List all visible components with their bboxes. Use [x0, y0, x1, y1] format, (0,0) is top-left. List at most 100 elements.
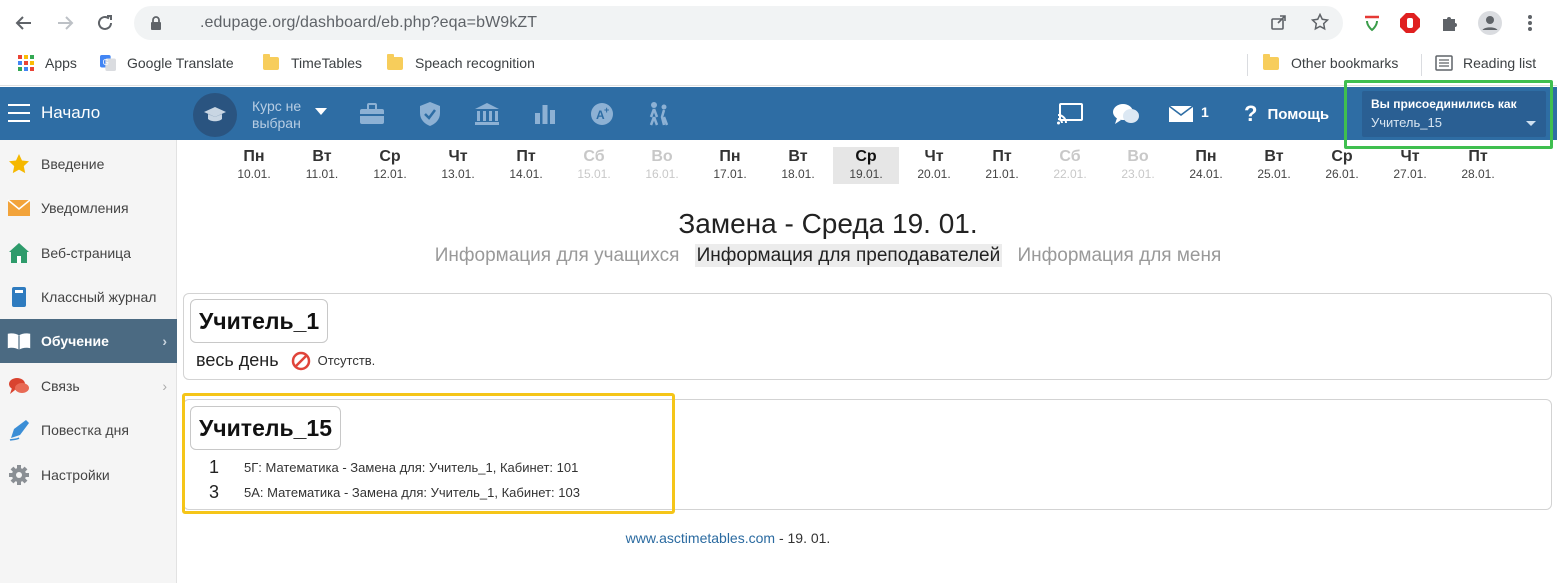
app-header: Начало Курс не выбран A + 1 ? Помощь Вы п… [0, 87, 1557, 140]
question-mark-icon: ? [1244, 101, 1258, 126]
tab-me[interactable]: Информация для меня [1016, 244, 1224, 267]
grade-plus-icon[interactable]: A + [588, 100, 616, 128]
tab-students[interactable]: Информация для учащихся [433, 244, 682, 267]
extensions-puzzle-icon[interactable] [1437, 11, 1461, 35]
bookmark-apps[interactable]: Apps [17, 55, 77, 71]
day-name: Вт [788, 148, 808, 165]
day-cell[interactable]: Чт 20.01. [901, 147, 967, 184]
briefcase-icon[interactable] [358, 100, 386, 128]
graduation-cap-icon[interactable] [193, 93, 237, 137]
folder-icon [387, 53, 405, 71]
day-cell[interactable]: Сб 15.01. [561, 147, 627, 184]
sidebar-item-agenda[interactable]: Повестка дня [0, 408, 177, 452]
reload-icon[interactable] [92, 10, 118, 36]
shield-extension-icon[interactable] [1360, 11, 1384, 35]
adblock-icon[interactable] [1398, 11, 1422, 35]
day-cell[interactable]: Вт 18.01. [765, 147, 831, 184]
sidebar-item-webpage[interactable]: Веб-страница [0, 231, 177, 275]
sidebar-item-classbook[interactable]: Классный журнал [0, 275, 177, 319]
bookmark-label: Apps [45, 55, 77, 71]
open-book-icon [7, 329, 31, 353]
sidebar-item-learning[interactable]: Обучение › [0, 319, 177, 363]
share-icon[interactable] [1269, 13, 1289, 33]
day-date: 19.01. [849, 167, 883, 181]
absence-row: весь день Отсутств. [196, 350, 375, 371]
forward-icon[interactable] [52, 10, 78, 36]
sidebar-item-label: Связь [41, 378, 80, 394]
sidebar-item-label: Уведомления [41, 200, 129, 216]
bookmark-other[interactable]: Other bookmarks [1263, 53, 1398, 71]
folder-icon [263, 53, 281, 71]
sidebar-item-communication[interactable]: Связь › [0, 364, 177, 408]
bookmark-label: Reading list [1463, 55, 1537, 71]
course-selector[interactable]: Курс не выбран [252, 98, 301, 132]
folder-icon [1263, 53, 1281, 71]
bar-chart-icon[interactable] [531, 100, 559, 128]
sidebar-item-notifications[interactable]: Уведомления [0, 186, 177, 230]
day-name: Во [1127, 148, 1149, 165]
day-date: 26.01. [1325, 167, 1359, 181]
day-cell[interactable]: Ср 26.01. [1309, 147, 1375, 184]
bookmarks-divider [1421, 54, 1422, 76]
day-cell-selected[interactable]: Ср 19.01. [833, 147, 899, 184]
day-date: 20.01. [917, 167, 951, 181]
sidebar-item-label: Повестка дня [41, 422, 129, 438]
day-cell[interactable]: Вт 11.01. [289, 147, 355, 184]
bookmarks-divider [1247, 54, 1248, 76]
day-name: Вт [1264, 148, 1284, 165]
day-date: 10.01. [237, 167, 271, 181]
bookmark-star-icon[interactable] [1310, 12, 1330, 33]
footer-date: - 19. 01. [775, 530, 831, 546]
day-cell[interactable]: Пт 21.01. [969, 147, 1035, 184]
home-link[interactable]: Начало [41, 103, 100, 123]
bookmark-speach-recognition[interactable]: Speach recognition [387, 53, 535, 71]
browser-toolbar: .edupage.org/dashboard/eb.php?eqa=bW9kZT [0, 0, 1557, 46]
day-cell[interactable]: Пн 24.01. [1173, 147, 1239, 184]
sidebar-item-label: Настройки [41, 467, 110, 483]
day-cell[interactable]: Вт 25.01. [1241, 147, 1307, 184]
day-cell[interactable]: Чт 27.01. [1377, 147, 1443, 184]
day-date: 13.01. [441, 167, 475, 181]
cast-screen-icon[interactable] [1056, 100, 1084, 128]
tab-teachers[interactable]: Информация для преподавателей [694, 244, 1003, 267]
day-name: Во [651, 148, 673, 165]
walking-students-icon[interactable] [645, 100, 673, 128]
day-cell[interactable]: Во 16.01. [629, 147, 695, 184]
hamburger-menu-icon[interactable] [8, 104, 30, 122]
chat-bubbles-icon[interactable] [1112, 100, 1140, 128]
back-icon[interactable] [11, 10, 37, 36]
address-bar[interactable]: .edupage.org/dashboard/eb.php?eqa=bW9kZT [134, 6, 1343, 40]
bookmark-label: Google Translate [127, 55, 234, 71]
day-cell[interactable]: Пт 28.01. [1445, 147, 1511, 184]
day-cell[interactable]: Пт 14.01. [493, 147, 559, 184]
chevron-down-icon[interactable] [315, 108, 327, 115]
day-date: 17.01. [713, 167, 747, 181]
mail-count-badge: 1 [1201, 104, 1209, 120]
url-text: .edupage.org/dashboard/eb.php?eqa=bW9kZT [200, 14, 538, 31]
sidebar-item-intro[interactable]: Введение [0, 142, 177, 186]
shield-check-icon[interactable] [416, 100, 444, 128]
day-cell[interactable]: Пн 17.01. [697, 147, 763, 184]
day-cell[interactable]: Во 23.01. [1105, 147, 1171, 184]
bookmark-timetables[interactable]: TimeTables [263, 53, 362, 71]
chrome-menu-icon[interactable] [1518, 11, 1542, 35]
google-translate-icon: G [100, 55, 116, 71]
day-name: Ср [379, 148, 401, 165]
day-cell[interactable]: Ср 12.01. [357, 147, 423, 184]
day-name: Пт [1468, 148, 1488, 165]
sidebar-item-label: Введение [41, 156, 105, 172]
day-cell[interactable]: Сб 22.01. [1037, 147, 1103, 184]
envelope-icon[interactable] [1167, 100, 1195, 128]
day-cell[interactable]: Пн 10.01. [221, 147, 287, 184]
footer-link[interactable]: www.asctimetables.com [626, 530, 775, 546]
day-cell[interactable]: Чт 13.01. [425, 147, 491, 184]
bookmark-google-translate[interactable]: G Google Translate [99, 55, 234, 71]
institution-icon[interactable] [473, 100, 501, 128]
chevron-right-icon: › [162, 378, 167, 394]
sidebar-item-settings[interactable]: Настройки [0, 453, 177, 497]
day-date: 28.01. [1461, 167, 1495, 181]
profile-avatar-icon[interactable] [1478, 11, 1502, 35]
reading-list-button[interactable]: Reading list [1435, 55, 1536, 71]
help-button[interactable]: ? Помощь [1244, 101, 1329, 127]
course-line: выбран [252, 115, 301, 131]
